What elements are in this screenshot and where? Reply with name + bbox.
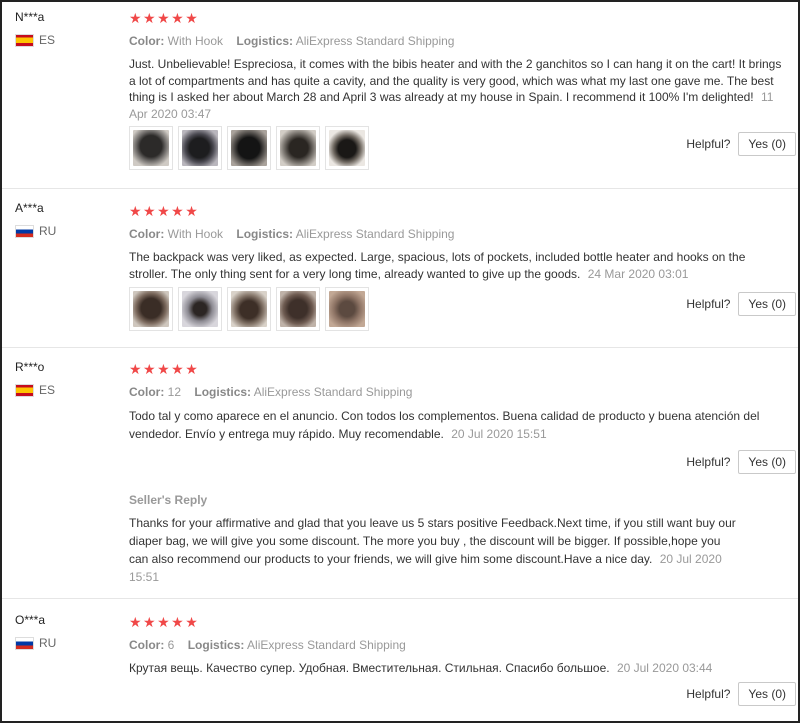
review-text: Just. Unbelievable! Espreciosa, it comes… [129, 56, 786, 122]
helpful-label: Helpful? [686, 297, 731, 311]
color-value: 12 [167, 385, 182, 399]
review-text: Todo tal y como aparece en el anuncio. C… [129, 407, 786, 443]
logistics-label: Logistics: [236, 34, 294, 48]
color-label: Color: [129, 227, 165, 241]
review-photo-thumbnail[interactable] [325, 287, 369, 331]
review-meta: Color: 12 Logistics: AliExpress Standard… [129, 384, 786, 400]
color-value: With Hook [167, 34, 224, 48]
helpful-label: Helpful? [686, 137, 731, 151]
star-rating: ★★★★★ [129, 10, 200, 26]
review-text: The backpack was very liked, as expected… [129, 249, 786, 282]
helpful-label: Helpful? [686, 455, 731, 469]
reviewer-name: N***a [15, 10, 45, 24]
review-photo-thumbnail[interactable] [129, 287, 173, 331]
reviewer-country: ES [15, 383, 55, 397]
color-label: Color: [129, 34, 165, 48]
review-item: N***a ES ★★★★★ Color: With Hook Logistic… [2, 2, 798, 189]
russia-flag-icon [15, 224, 34, 238]
helpful-yes-button[interactable]: Yes (0) [738, 682, 796, 706]
logistics-value: AliExpress Standard Shipping [295, 227, 455, 241]
helpful-yes-button[interactable]: Yes (0) [738, 292, 796, 316]
star-rating: ★★★★★ [129, 203, 200, 219]
logistics-value: AliExpress Standard Shipping [295, 34, 455, 48]
helpful-yes-button[interactable]: Yes (0) [738, 132, 796, 156]
helpful-vote: Helpful? Yes (0) [686, 292, 796, 316]
review-photo-thumbnail[interactable] [227, 287, 271, 331]
sellers-reply-heading: Seller's Reply [129, 493, 208, 507]
logistics-label: Logistics: [236, 227, 294, 241]
review-date: 24 Mar 2020 03:01 [587, 266, 689, 281]
review-photo-thumbnail[interactable] [325, 126, 369, 170]
color-value: With Hook [167, 227, 224, 241]
review-meta: Color: With Hook Logistics: AliExpress S… [129, 33, 786, 49]
helpful-yes-button[interactable]: Yes (0) [738, 450, 796, 474]
review-item: A***a RU ★★★★★ Color: With Hook Logistic… [2, 189, 798, 348]
review-content: ★★★★★ Color: With Hook Logistics: AliExp… [129, 10, 786, 122]
review-date: 20 Jul 2020 03:44 [616, 661, 713, 675]
country-code: ES [39, 33, 56, 47]
review-photo-thumbnail[interactable] [178, 126, 222, 170]
logistics-value: AliExpress Standard Shipping [247, 638, 406, 652]
review-photo-thumbnail[interactable] [276, 126, 320, 170]
review-content: ★★★★★ Color: With Hook Logistics: AliExp… [129, 203, 786, 282]
color-value: 6 [167, 638, 175, 652]
reviewer-name: R***o [15, 360, 45, 374]
review-meta: Color: 6 Logistics: AliExpress Standard … [129, 637, 786, 653]
logistics-label: Logistics: [194, 385, 252, 399]
review-date: 20 Jul 2020 15:51 [451, 427, 547, 441]
reviewer-country: ES [15, 33, 55, 47]
review-text: Крутая вещь. Качество супер. Удобная. Вм… [129, 660, 786, 677]
helpful-vote: Helpful? Yes (0) [686, 682, 796, 706]
helpful-label: Helpful? [686, 687, 731, 701]
review-body: Just. Unbelievable! Espreciosa, it comes… [129, 57, 782, 104]
review-content: ★★★★★ Color: 6 Logistics: AliExpress Sta… [129, 614, 786, 677]
country-code: ES [39, 383, 56, 397]
reviewer-name: A***a [15, 201, 44, 215]
color-label: Color: [129, 638, 165, 652]
color-label: Color: [129, 385, 165, 399]
review-photos [129, 287, 369, 331]
logistics-value: AliExpress Standard Shipping [253, 385, 413, 399]
russia-flag-icon [15, 636, 34, 650]
review-meta: Color: With Hook Logistics: AliExpress S… [129, 226, 786, 242]
review-body: Крутая вещь. Качество супер. Удобная. Вм… [129, 661, 610, 675]
country-code: RU [39, 224, 57, 238]
spain-flag-icon [15, 33, 34, 47]
review-body: Todo tal y como aparece en el anuncio. C… [129, 409, 760, 441]
review-item: R***o ES ★★★★★ Color: 12 Logistics: AliE… [2, 348, 798, 599]
review-photo-thumbnail[interactable] [129, 126, 173, 170]
spain-flag-icon [15, 383, 34, 397]
helpful-vote: Helpful? Yes (0) [686, 132, 796, 156]
star-rating: ★★★★★ [129, 614, 200, 630]
reviewer-name: O***a [15, 613, 46, 627]
review-item: O***a RU ★★★★★ Color: 6 Logistics: AliEx… [2, 599, 798, 721]
feedback-list: N***a ES ★★★★★ Color: With Hook Logistic… [0, 0, 800, 723]
sellers-reply-text: Thanks for your affirmative and glad tha… [129, 514, 741, 586]
country-code: RU [39, 636, 57, 650]
review-photo-thumbnail[interactable] [227, 126, 271, 170]
reply-body: Thanks for your affirmative and glad tha… [129, 516, 736, 566]
review-photo-thumbnail[interactable] [178, 287, 222, 331]
helpful-vote: Helpful? Yes (0) [686, 450, 796, 474]
review-photos [129, 126, 369, 170]
star-rating: ★★★★★ [129, 361, 200, 377]
reviewer-country: RU [15, 636, 56, 650]
reviewer-country: RU [15, 224, 56, 238]
review-photo-thumbnail[interactable] [276, 287, 320, 331]
logistics-label: Logistics: [187, 638, 245, 652]
